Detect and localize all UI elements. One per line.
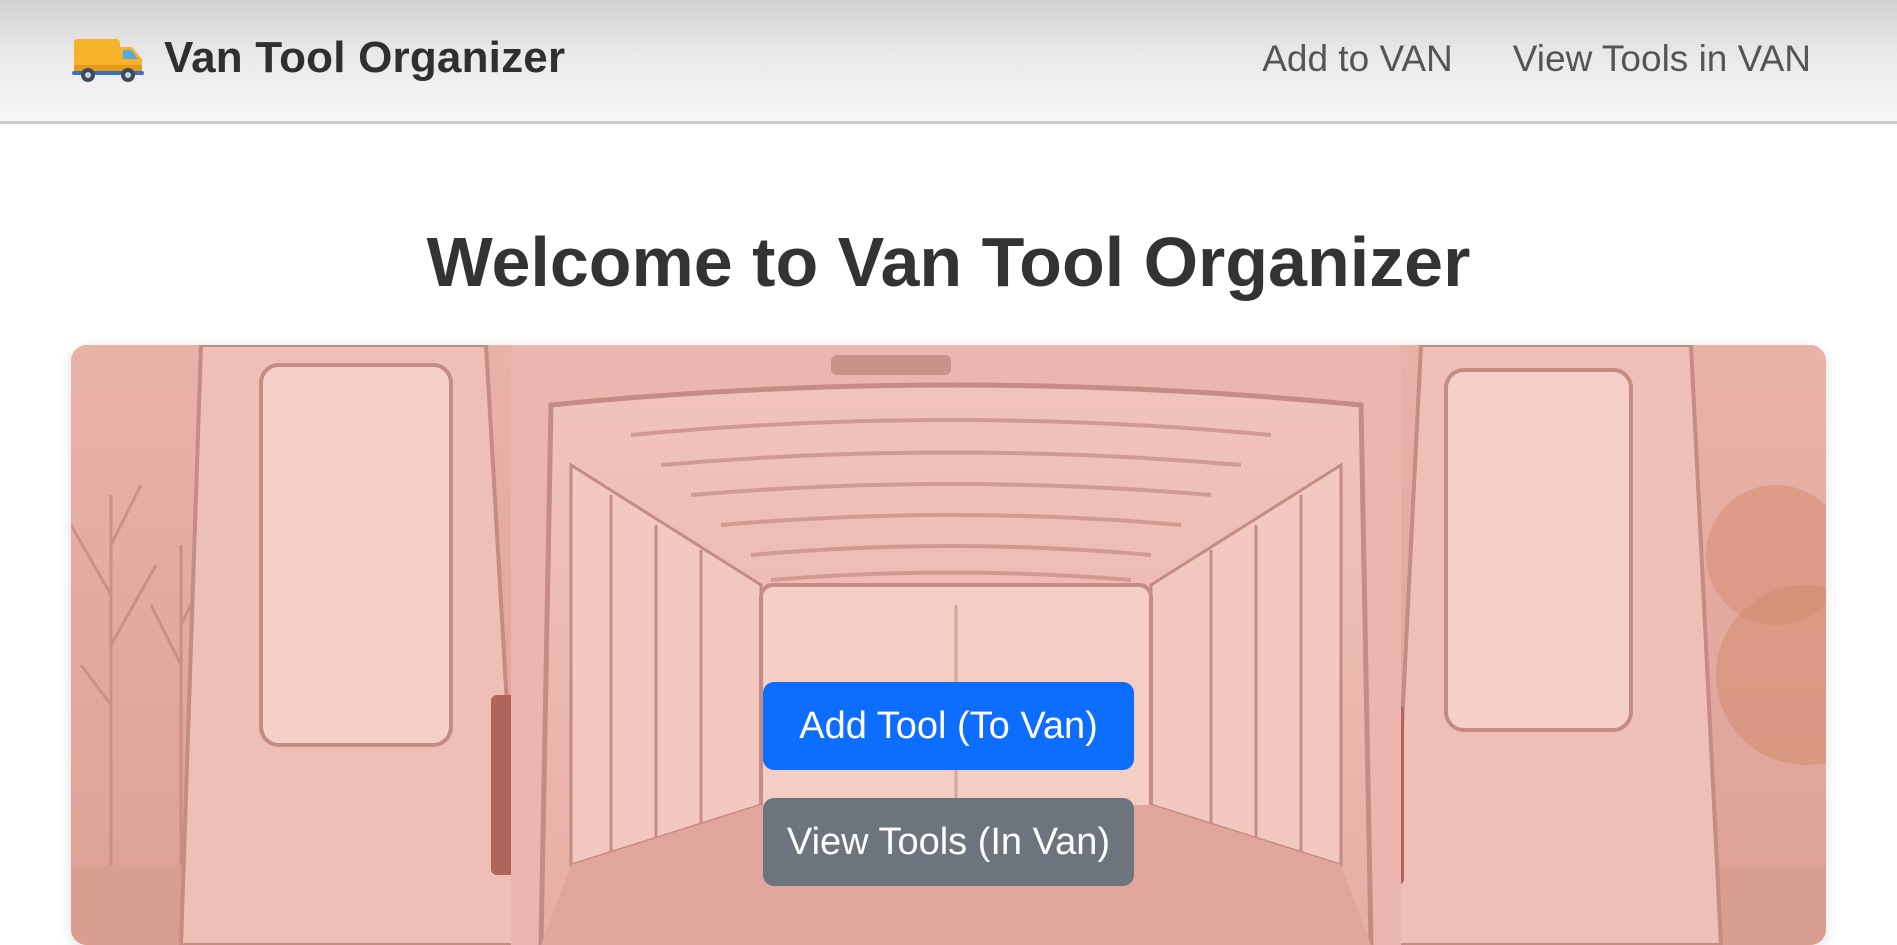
brand-link[interactable]: Van Tool Organizer bbox=[72, 28, 565, 88]
navbar: Van Tool Organizer Add to VAN View Tools… bbox=[0, 0, 1897, 124]
view-tools-button[interactable]: View Tools (In Van) bbox=[763, 798, 1134, 886]
nav-add-to-van[interactable]: Add to VAN bbox=[1262, 38, 1453, 80]
van-icon bbox=[72, 39, 144, 82]
add-tool-button[interactable]: Add Tool (To Van) bbox=[763, 682, 1134, 770]
page-title: Welcome to Van Tool Organizer bbox=[426, 223, 1471, 301]
nav-menu: Add to VAN View Tools in VAN bbox=[1262, 38, 1811, 80]
brand-title: Van Tool Organizer bbox=[164, 33, 566, 82]
nav-view-tools-in-van[interactable]: View Tools in VAN bbox=[1513, 38, 1811, 80]
